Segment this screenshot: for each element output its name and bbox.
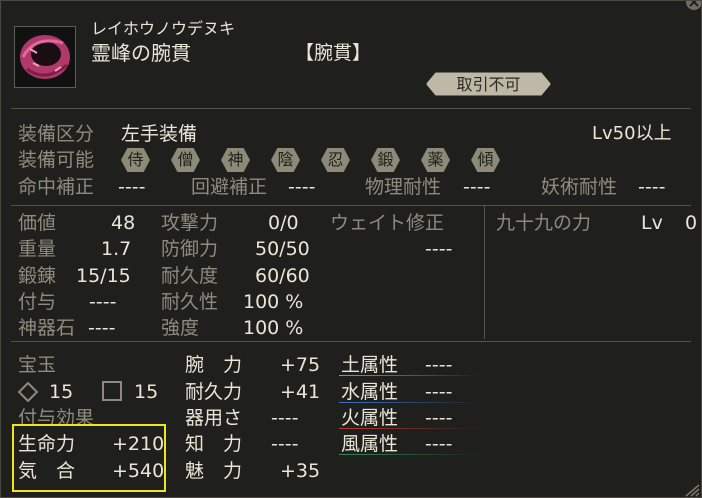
attribute-label: 器用さ <box>185 407 243 429</box>
stat-label: 強度 <box>161 317 200 339</box>
stat-value: 60/60 <box>255 265 310 287</box>
element-value: ---- <box>425 433 453 455</box>
kujuku-lv-label: Lv <box>641 212 663 234</box>
correction-value: ---- <box>463 176 491 198</box>
element-value: ---- <box>425 354 453 376</box>
equip-slot-value: 左手装備 <box>121 123 198 145</box>
equip-classes-label: 装備可能 <box>18 149 95 171</box>
class-badge: 侍 <box>121 148 150 172</box>
round-gem-icon <box>17 381 39 406</box>
equip-slot-label: 装備区分 <box>18 123 95 145</box>
divider <box>484 205 485 339</box>
element-underline <box>339 402 479 403</box>
item-reading: レイホウノウデヌキ <box>91 19 236 38</box>
attribute-label: 魅 力 <box>185 460 243 482</box>
kujuku-label: 九十九の力 <box>496 212 592 234</box>
stat-label: 価値 <box>18 212 57 234</box>
element-label: 風属性 <box>341 433 399 455</box>
correction-value: ---- <box>638 176 666 198</box>
class-badge: 神 <box>221 148 250 172</box>
resize-handle[interactable] <box>684 482 700 497</box>
weight-fix-value: ---- <box>425 238 453 260</box>
class-badge: 僧 <box>171 148 200 172</box>
element-value: ---- <box>425 381 453 403</box>
close-icon <box>686 1 701 10</box>
stat-label: 耐久性 <box>161 291 219 313</box>
effect-label: 生命力 <box>18 433 76 455</box>
trade-status-badge: 取引不可 <box>426 72 551 96</box>
stat-value: 50/50 <box>255 238 310 260</box>
square-gem-icon <box>102 381 122 405</box>
attribute-value: ---- <box>271 407 299 429</box>
class-badge: 鍛 <box>371 148 400 172</box>
divider <box>11 205 691 206</box>
element-label: 火属性 <box>341 407 399 429</box>
stat-label: 防御力 <box>161 238 219 260</box>
correction-value: ---- <box>118 176 146 198</box>
element-label: 水属性 <box>341 381 399 403</box>
element-underline <box>339 428 479 429</box>
effect-value: +210 <box>112 433 165 455</box>
close-button[interactable] <box>685 1 701 11</box>
gems-label: 宝玉 <box>18 354 57 376</box>
stat-value: ---- <box>88 317 116 339</box>
stat-value: ---- <box>89 291 117 313</box>
class-badge: 薬 <box>421 148 450 172</box>
attribute-value: +41 <box>280 381 321 403</box>
kujuku-lv-value: 0 <box>685 212 698 234</box>
stat-value: 48 <box>111 212 136 234</box>
stat-value: 100 % <box>243 291 304 313</box>
weight-fix-label: ウェイト修正 <box>330 212 445 234</box>
element-value: ---- <box>425 407 453 429</box>
stat-label: 攻撃力 <box>161 212 219 234</box>
correction-value: ---- <box>288 176 316 198</box>
attribute-label: 腕 力 <box>185 354 243 376</box>
level-requirement: Lv50以上 <box>592 123 672 144</box>
stat-value: 1.7 <box>101 238 132 260</box>
stat-value: 0/0 <box>268 212 299 234</box>
attribute-value: ---- <box>271 433 299 455</box>
attribute-value: +75 <box>280 354 321 376</box>
effect-label: 気 合 <box>18 460 76 482</box>
stat-label: 神器石 <box>18 317 76 339</box>
stat-label: 重量 <box>18 238 57 260</box>
stat-label: 鍛錬 <box>18 265 57 287</box>
item-tooltip-panel: レイホウノウデヌキ 霊峰の腕貫 【腕貫】 取引不可 装備区分 左手装備 Lv50… <box>0 0 702 498</box>
square-gem-count: 15 <box>134 381 159 403</box>
item-category: 【腕貫】 <box>295 42 372 64</box>
class-badge: 陰 <box>271 148 300 172</box>
correction-label: 物理耐性 <box>365 176 442 198</box>
class-badge: 傾 <box>471 148 500 172</box>
round-gem-count: 15 <box>49 381 74 403</box>
effect-value: +540 <box>112 460 165 482</box>
divider <box>11 341 691 342</box>
element-underline <box>339 375 479 376</box>
stat-label: 耐久度 <box>161 265 219 287</box>
attribute-value: +35 <box>280 460 321 482</box>
element-label: 土属性 <box>341 354 399 376</box>
item-icon <box>14 26 76 88</box>
correction-label: 回避補正 <box>191 176 268 198</box>
divider <box>11 108 691 109</box>
item-name: 霊峰の腕貫 <box>91 41 191 65</box>
correction-label: 妖術耐性 <box>541 176 618 198</box>
attribute-label: 知 力 <box>185 433 243 455</box>
stat-label: 付与 <box>18 291 57 313</box>
element-underline <box>339 454 479 455</box>
stat-value: 100 % <box>243 317 304 339</box>
correction-label: 命中補正 <box>18 176 95 198</box>
stat-value: 15/15 <box>76 265 131 287</box>
class-badge: 忍 <box>321 148 350 172</box>
attribute-label: 耐久力 <box>185 381 243 403</box>
